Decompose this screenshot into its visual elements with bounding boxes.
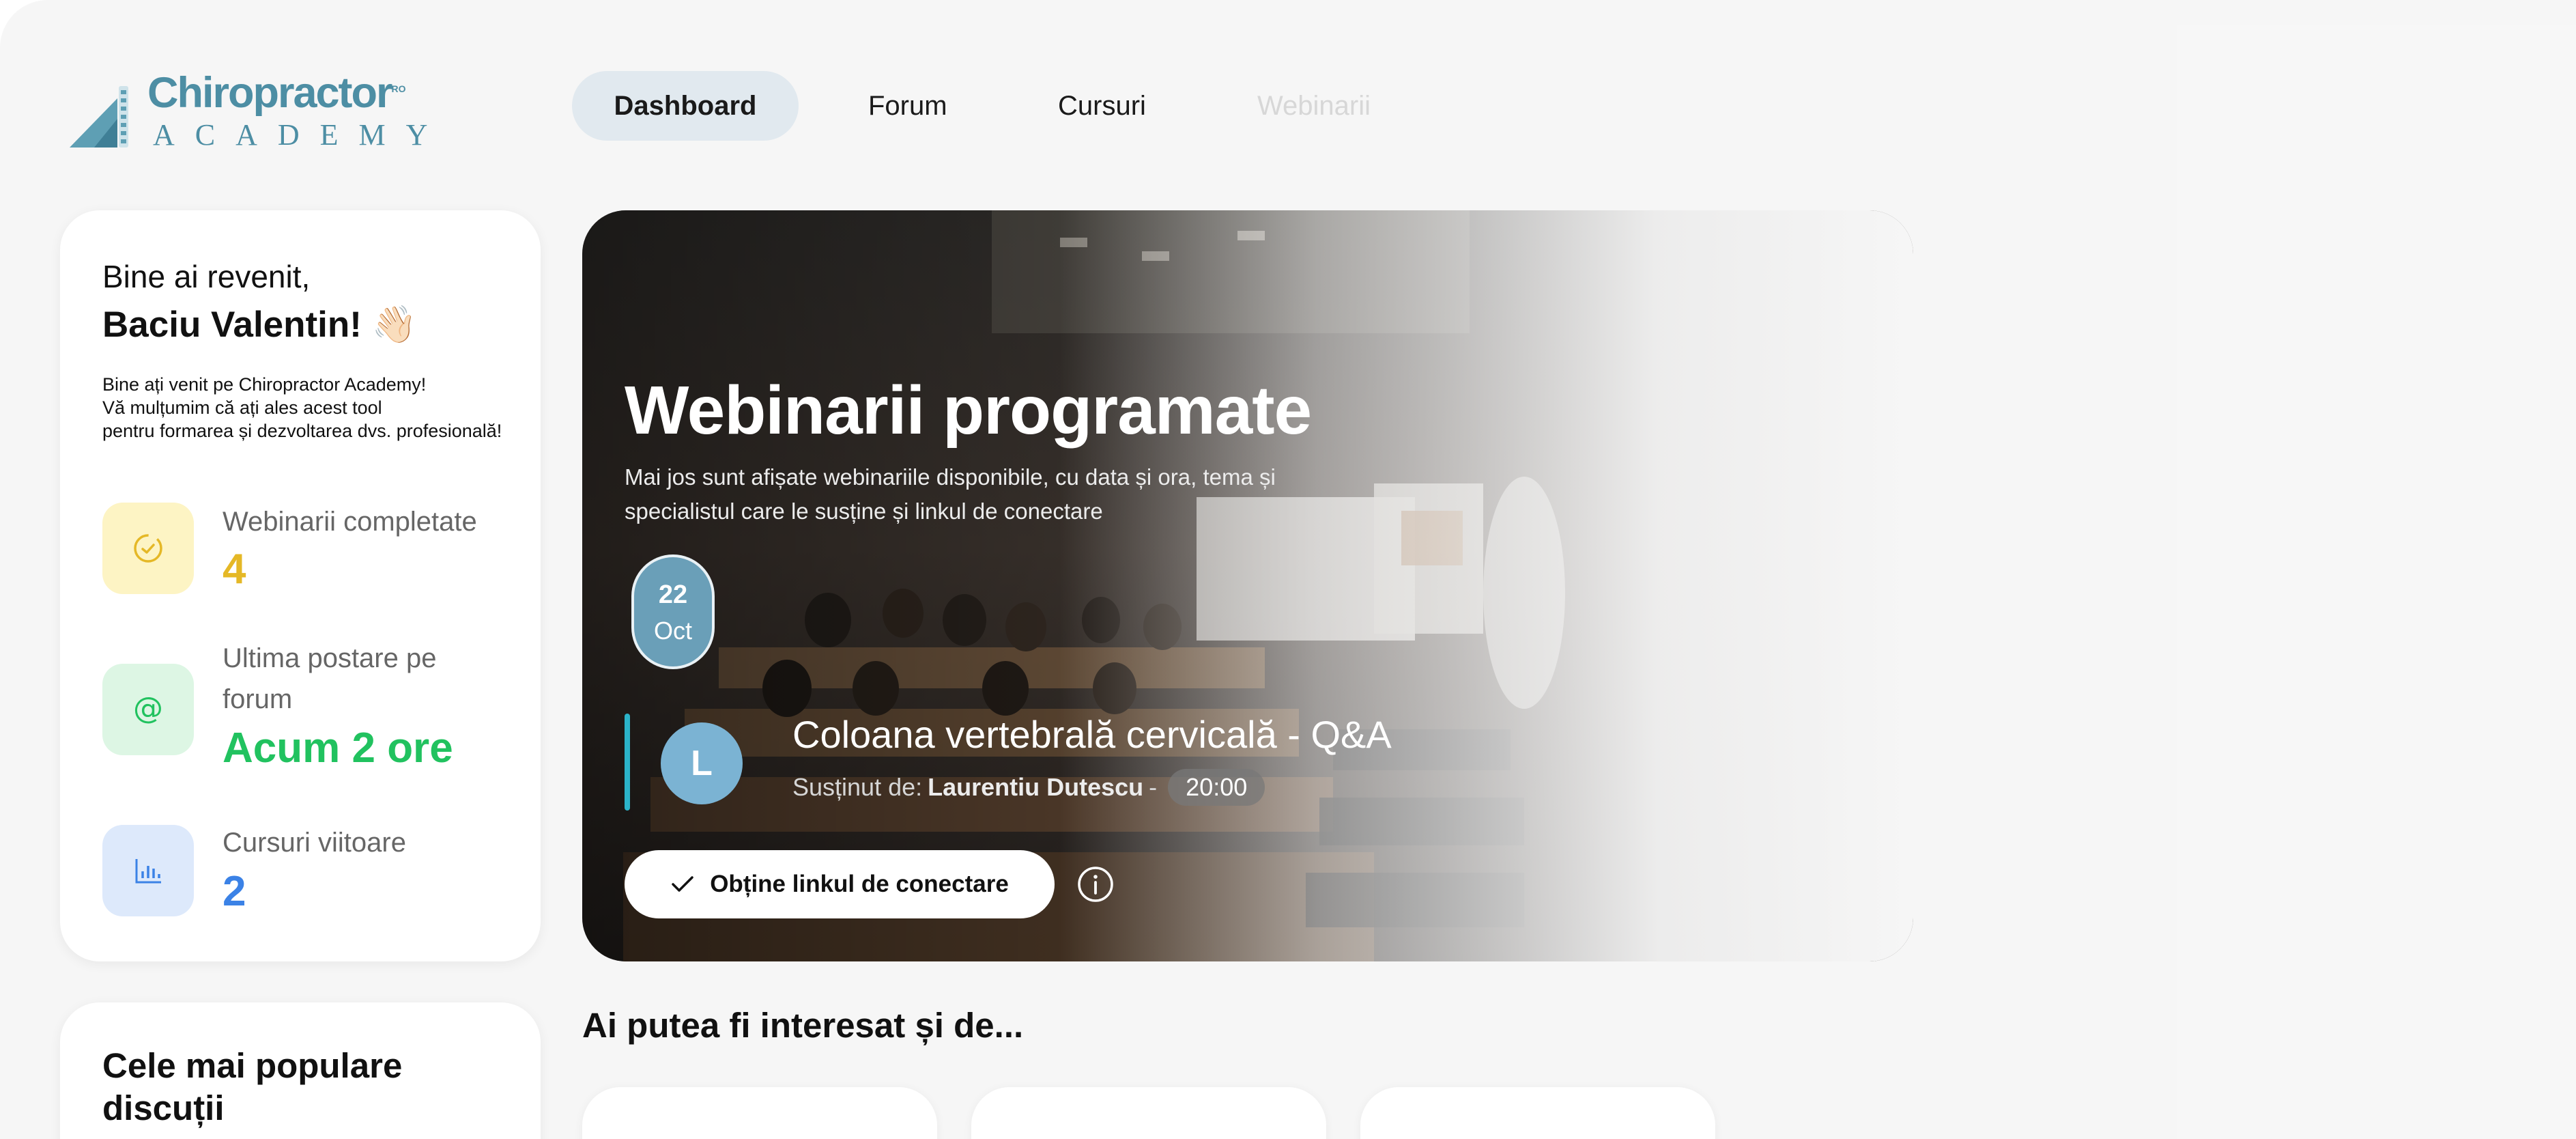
suggestions-title: Ai putea fi interesat și de...	[582, 1006, 1024, 1045]
suggestion-card[interactable]	[582, 1087, 937, 1139]
date-day: 22	[658, 580, 688, 609]
by-label: Susținut de:	[792, 773, 923, 801]
empty-area	[2177, 25, 2576, 1139]
popular-discussions-title: Cele mai populare discuții	[102, 1046, 403, 1127]
check-icon	[672, 876, 693, 892]
logo[interactable]: ChiropractorRO ACADEMY	[67, 68, 427, 154]
welcome-message: Bine ați venit pe Chiropractor Academy! …	[102, 374, 502, 441]
svg-text:@: @	[133, 691, 163, 726]
meta-separator: -	[1149, 773, 1158, 801]
clock-check-icon	[102, 503, 194, 594]
get-connect-link-button[interactable]: Obține linkul de conectare	[625, 850, 1055, 918]
stat-label-courses: Cursuri viitoare	[223, 828, 406, 858]
hero-background-image	[582, 210, 1913, 961]
hero-title: Webinarii programate	[625, 372, 1312, 449]
welcome-card: Bine ai revenit, Baciu Valentin! 👋🏻 Bine…	[60, 210, 541, 961]
date-month: Oct	[653, 617, 692, 645]
stat-label-webinars: Webinarii completate	[223, 507, 477, 537]
tab-dashboard[interactable]: Dashboard	[572, 71, 799, 141]
bar-chart-icon	[102, 825, 194, 916]
at-icon: @	[102, 664, 194, 755]
greeting-text: Bine ai revenit,	[102, 259, 311, 294]
stat-value-courses: 2	[223, 868, 246, 915]
app-window: ChiropractorRO ACADEMY Dashboard Forum C…	[0, 0, 2576, 1139]
logo-mark-icon	[70, 86, 128, 147]
stat-value-forum: Acum 2 ore	[223, 725, 453, 772]
stat-value-webinars: 4	[223, 546, 246, 593]
speaker-name: Laurentiu Dutescu	[928, 773, 1144, 801]
tab-cursuri[interactable]: Cursuri	[1058, 71, 1146, 141]
tab-webinarii[interactable]: Webinarii	[1257, 71, 1371, 141]
user-name: Baciu Valentin! 👋🏻	[102, 305, 417, 345]
hero-subtitle: Mai jos sunt afișate webinariile disponi…	[625, 464, 1276, 524]
logo-title: ChiropractorRO	[147, 69, 406, 117]
date-badge: 22 Oct	[631, 554, 715, 669]
event-title[interactable]: Coloana vertebrală cervicală - Q&A	[792, 712, 1392, 757]
event-time: 20:00	[1168, 769, 1265, 806]
connect-button-label: Obține linkul de conectare	[710, 871, 1009, 897]
webinar-hero: Webinarii programate Mai jos sunt afișat…	[582, 210, 1913, 961]
stat-label-forum: Ultima postare pe forum	[223, 643, 437, 714]
tab-forum[interactable]: Forum	[868, 71, 947, 141]
logo-subtitle: ACADEMY	[153, 118, 448, 152]
event-accent-bar	[625, 714, 630, 811]
suggestion-card[interactable]	[971, 1087, 1326, 1139]
info-icon[interactable]	[1076, 864, 1115, 904]
speaker-avatar: L	[661, 722, 743, 804]
event-meta: Susținut de: Laurentiu Dutescu - 20:00	[792, 769, 1265, 806]
suggestion-card[interactable]	[1360, 1087, 1715, 1139]
popular-discussions-card: Cele mai populare discuții	[60, 1002, 541, 1139]
